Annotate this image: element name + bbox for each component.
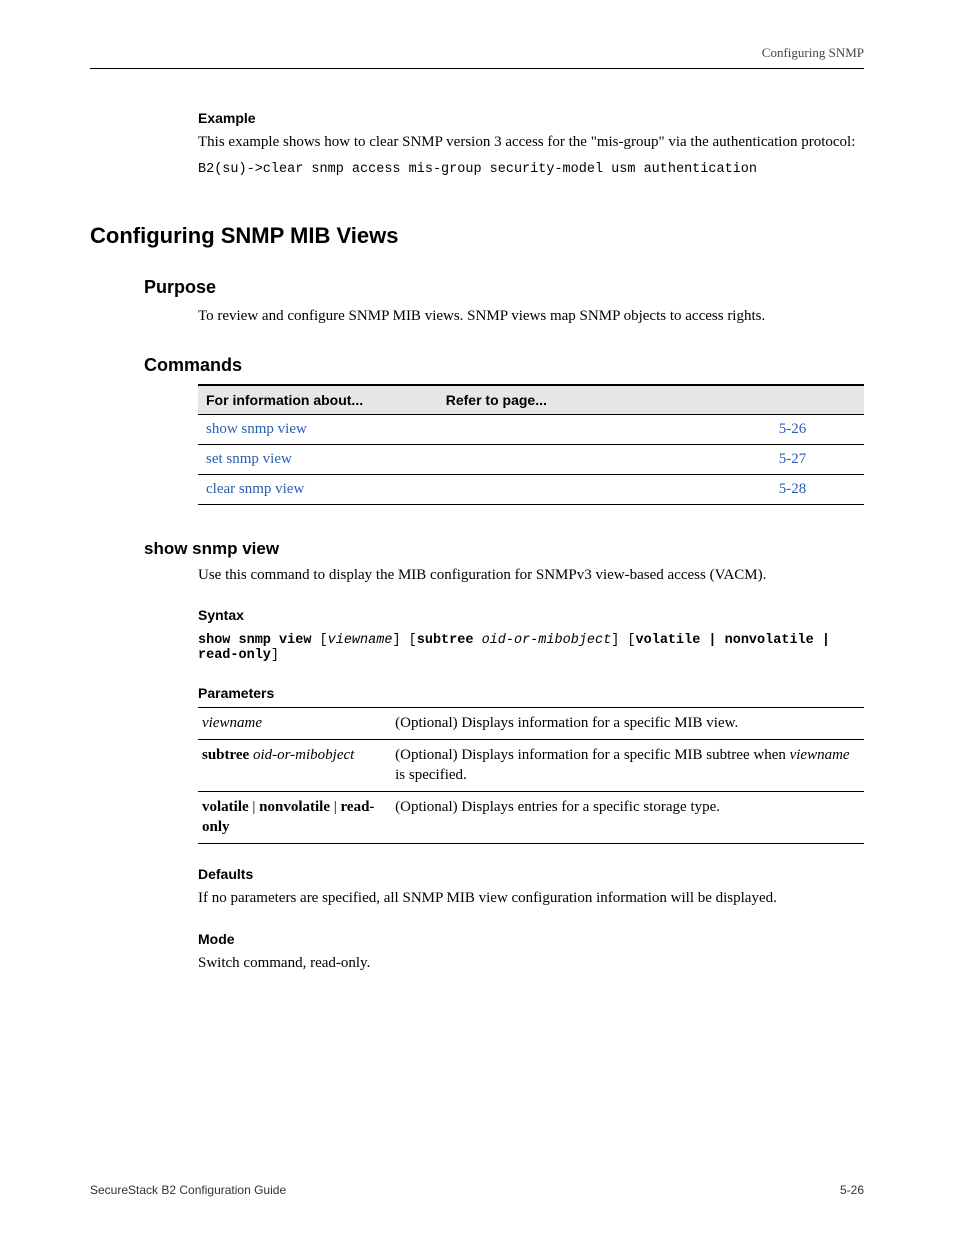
example-body: This example shows how to clear SNMP ver…: [198, 132, 864, 152]
example-cli: B2(su)->clear snmp access mis-group secu…: [198, 162, 864, 177]
syntax-arg: viewname: [328, 633, 393, 648]
xref-page[interactable]: 5-27: [779, 451, 807, 467]
param-desc: (Optional) Displays information for a sp…: [391, 707, 864, 740]
param-term-bold: nonvolatile: [259, 799, 330, 815]
footer-title: SecureStack B2 Configuration Guide: [90, 1183, 286, 1197]
xref-page[interactable]: 5-28: [779, 481, 807, 497]
page-footer: SecureStack B2 Configuration Guide 5-26: [90, 1183, 864, 1197]
heading-example: Example: [198, 110, 864, 126]
param-desc: (Optional) Displays information for a sp…: [391, 740, 864, 792]
table-cell: [438, 444, 771, 474]
param-term: volatile | nonvolatile | read-only: [198, 792, 391, 844]
param-term-sep: |: [330, 799, 341, 815]
table-row: subtree oid-or-mibobject (Optional) Disp…: [198, 740, 864, 792]
syntax-keyword: show snmp view: [198, 633, 311, 648]
table-row: viewname (Optional) Displays information…: [198, 707, 864, 740]
table-row: set snmp view 5-27: [198, 444, 864, 474]
footer-page-number: 5-26: [840, 1183, 864, 1197]
mode-body: Switch command, read-only.: [198, 953, 864, 973]
param-term: subtree oid-or-mibobject: [198, 740, 391, 792]
xref-link[interactable]: set snmp view: [206, 451, 292, 467]
heading-parameters: Parameters: [198, 685, 864, 701]
heading-mode: Mode: [198, 931, 864, 947]
param-desc: (Optional) Displays entries for a specif…: [391, 792, 864, 844]
param-term-italic: viewname: [202, 715, 262, 731]
commands-table-head-1: For information about...: [198, 385, 438, 415]
table-cell: [438, 474, 771, 504]
header-rule: [90, 68, 864, 69]
heading-command-name: show snmp view: [144, 539, 864, 559]
xref-link[interactable]: show snmp view: [206, 421, 307, 437]
commands-table-head-2: Refer to page...: [438, 385, 771, 415]
parameters-table: viewname (Optional) Displays information…: [198, 707, 864, 845]
running-header-right: Configuring SNMP: [762, 45, 864, 61]
table-cell: [438, 414, 771, 444]
commands-table: For information about... Refer to page..…: [198, 384, 864, 505]
heading-commands: Commands: [144, 355, 864, 376]
heading-syntax: Syntax: [198, 607, 864, 623]
syntax-keyword: subtree: [417, 633, 474, 648]
defaults-body: If no parameters are specified, all SNMP…: [198, 888, 864, 908]
table-row: clear snmp view 5-28: [198, 474, 864, 504]
param-term-bold: volatile: [202, 799, 249, 815]
purpose-body: To review and configure SNMP MIB views. …: [198, 306, 864, 326]
xref-page[interactable]: 5-26: [779, 421, 807, 437]
section-title: Configuring SNMP MIB Views: [90, 223, 864, 249]
syntax-arg: oid-or-mibobject: [482, 633, 612, 648]
commands-table-head-3: [771, 385, 864, 415]
param-term-sep: |: [249, 799, 260, 815]
heading-defaults: Defaults: [198, 866, 864, 882]
param-desc-text: (Optional) Displays information for a sp…: [395, 747, 789, 763]
table-row: volatile | nonvolatile | read-only (Opti…: [198, 792, 864, 844]
page-content: Example This example shows how to clear …: [90, 90, 864, 979]
xref-link[interactable]: clear snmp view: [206, 481, 304, 497]
param-desc-italic: viewname: [790, 747, 850, 763]
param-term-bold: subtree: [202, 747, 249, 763]
param-term: viewname: [198, 707, 391, 740]
command-description: Use this command to display the MIB conf…: [198, 565, 864, 585]
table-row: show snmp view 5-26: [198, 414, 864, 444]
heading-purpose: Purpose: [144, 277, 864, 298]
param-term-italic: oid-or-mibobject: [253, 747, 354, 763]
param-desc-text: is specified.: [395, 767, 467, 783]
syntax-line: show snmp view [viewname] [subtree oid-o…: [198, 633, 864, 663]
